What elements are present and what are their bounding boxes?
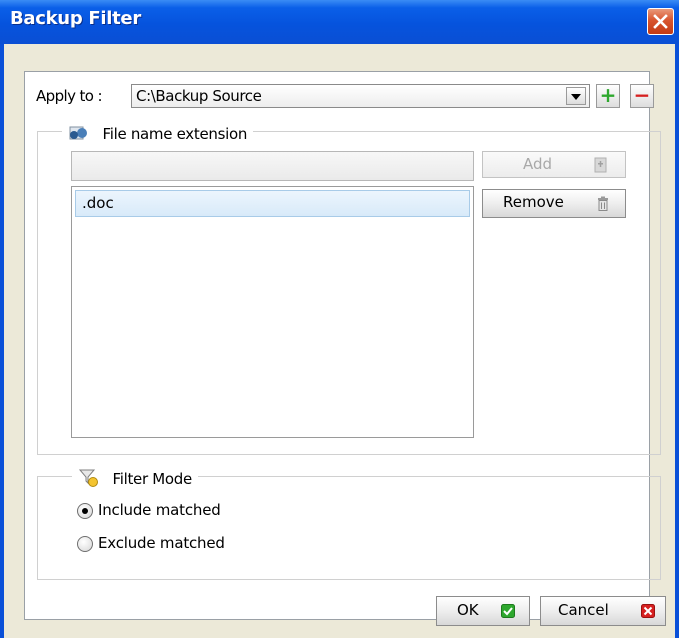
cancel-label: Cancel xyxy=(558,601,609,619)
extension-input[interactable] xyxy=(71,151,474,181)
close-button[interactable] xyxy=(647,8,674,35)
filter-mode-group xyxy=(37,476,661,580)
cancel-button[interactable]: Cancel xyxy=(540,596,666,626)
include-matched-radio[interactable] xyxy=(77,503,93,519)
ok-label: OK xyxy=(457,601,479,619)
filter-mode-legend: Filter Mode xyxy=(72,464,198,488)
include-matched-label[interactable]: Include matched xyxy=(98,501,221,519)
file-extension-legend-text: File name extension xyxy=(102,125,248,143)
filter-mode-legend-text: Filter Mode xyxy=(112,470,192,488)
apply-to-dropdown-button[interactable] xyxy=(566,87,586,105)
extension-list[interactable]: .doc xyxy=(71,186,474,438)
chevron-down-icon xyxy=(571,94,581,100)
apply-to-select[interactable]: C:\Backup Source xyxy=(131,84,590,108)
add-extension-button[interactable]: Add xyxy=(482,151,626,178)
filter-icon xyxy=(78,469,98,487)
list-item-text: .doc xyxy=(82,194,114,212)
remove-extension-button[interactable]: Remove xyxy=(482,189,626,218)
title-bar[interactable]: Backup Filter xyxy=(0,0,679,44)
remove-source-button[interactable]: − xyxy=(630,83,654,108)
cancel-x-icon xyxy=(641,604,655,618)
list-item[interactable]: .doc xyxy=(75,190,470,217)
trash-icon xyxy=(598,196,608,211)
exclude-matched-label[interactable]: Exclude matched xyxy=(98,534,225,552)
add-source-button[interactable]: + xyxy=(596,83,620,108)
window-title: Backup Filter xyxy=(10,8,141,29)
ok-button[interactable]: OK xyxy=(436,596,530,626)
exclude-matched-radio[interactable] xyxy=(77,536,93,552)
minus-icon: − xyxy=(633,83,651,107)
close-icon xyxy=(653,14,668,29)
extension-icon xyxy=(69,126,87,140)
plus-icon: + xyxy=(599,83,617,107)
add-extension-label: Add xyxy=(523,155,553,173)
apply-to-label: Apply to : xyxy=(36,87,103,105)
apply-to-value: C:\Backup Source xyxy=(136,87,262,105)
remove-extension-label: Remove xyxy=(503,193,564,211)
add-doc-icon xyxy=(594,157,607,173)
check-icon xyxy=(501,604,515,618)
file-extension-legend: File name extension xyxy=(62,121,254,143)
